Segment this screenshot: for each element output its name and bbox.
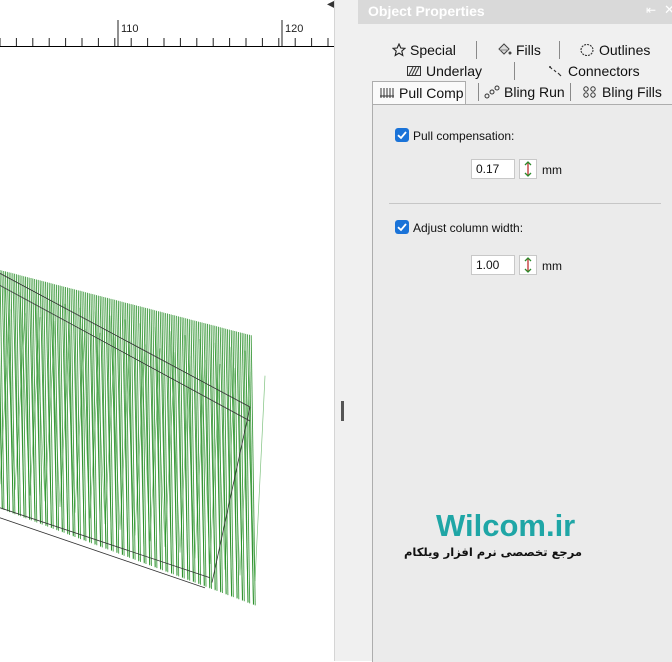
outline-icon <box>580 43 594 56</box>
panel-splitter[interactable] <box>334 0 359 661</box>
tab-row-2: Underlay Connectors <box>372 60 672 81</box>
tab-fills[interactable]: Fills <box>496 39 541 60</box>
tab-bling-fills[interactable]: Bling Fills <box>582 81 662 102</box>
pull-compensation-label: Pull compensation: <box>413 129 515 143</box>
connectors-icon <box>549 65 562 76</box>
tab-row-1: Special Fills Outlines <box>372 39 672 60</box>
adjust-column-width-input[interactable]: 1.00 <box>471 255 515 275</box>
tab-bling-run-label: Bling Run <box>504 83 565 100</box>
spin-arrows-icon <box>524 257 532 273</box>
watermark-subtitle: مرجع تخصصی نرم افزار ویلکام <box>403 545 582 559</box>
tab-underlay-label: Underlay <box>426 62 483 79</box>
tab-special-label: Special <box>410 41 456 58</box>
pull-compensation-checkbox[interactable] <box>395 128 409 142</box>
pull-compensation-spinner[interactable] <box>519 159 537 179</box>
star-icon <box>392 42 406 57</box>
adjust-column-width-value: 1.00 <box>476 258 500 272</box>
object-properties-panel: Object Properties ⇤ ✕ Special Fills Outl… <box>358 0 672 662</box>
embroidery-design[interactable] <box>0 0 334 661</box>
spin-arrows-icon <box>524 161 532 177</box>
adjust-column-width-unit: mm <box>542 259 562 273</box>
pull-compensation-value: 0.17 <box>476 162 500 176</box>
tab-pull-comp-label: Pull Comp <box>399 85 464 101</box>
tab-pull-comp[interactable]: Pull Comp <box>372 81 466 104</box>
panel-title: Object Properties <box>368 3 485 19</box>
bling-fills-icon <box>583 85 596 98</box>
tab-fills-label: Fills <box>516 41 541 58</box>
splitter-grip-icon[interactable] <box>341 401 344 421</box>
panel-title-bar: Object Properties ⇤ ✕ <box>358 0 672 24</box>
underlay-icon <box>407 65 421 76</box>
pull-compensation-input[interactable]: 0.17 <box>471 159 515 179</box>
design-canvas[interactable]: 110 120 <box>0 0 334 661</box>
tab-connectors-label: Connectors <box>568 62 640 79</box>
tab-connectors[interactable]: Connectors <box>548 60 640 81</box>
fill-bucket-icon <box>498 42 512 55</box>
adjust-column-width-label: Adjust column width: <box>413 221 524 235</box>
checkmark-icon <box>397 131 407 140</box>
pin-icon[interactable]: ⇤ <box>646 3 656 17</box>
tab-underlay[interactable]: Underlay <box>406 60 482 81</box>
checkmark-icon <box>397 223 407 232</box>
section-divider <box>389 203 661 204</box>
watermark-title: Wilcom.ir <box>436 508 576 543</box>
tab-bling-fills-label: Bling Fills <box>602 83 662 100</box>
adjust-column-width-spinner[interactable] <box>519 255 537 275</box>
adjust-column-width-checkbox[interactable] <box>395 220 409 234</box>
tab-outlines[interactable]: Outlines <box>579 39 650 60</box>
close-icon[interactable]: ✕ <box>664 2 672 18</box>
tab-outlines-label: Outlines <box>599 41 651 58</box>
pull-comp-tab-content: Pull compensation: 0.17 mm Adjust column… <box>372 104 672 662</box>
tab-bling-run[interactable]: Bling Run <box>484 81 565 102</box>
tab-special[interactable]: Special <box>392 39 456 60</box>
bling-run-icon <box>484 85 500 98</box>
pull-compensation-unit: mm <box>542 163 562 177</box>
pull-comp-icon <box>380 88 394 98</box>
tab-row-3: Pull Comp Bling Run Bling Fills <box>372 81 672 104</box>
